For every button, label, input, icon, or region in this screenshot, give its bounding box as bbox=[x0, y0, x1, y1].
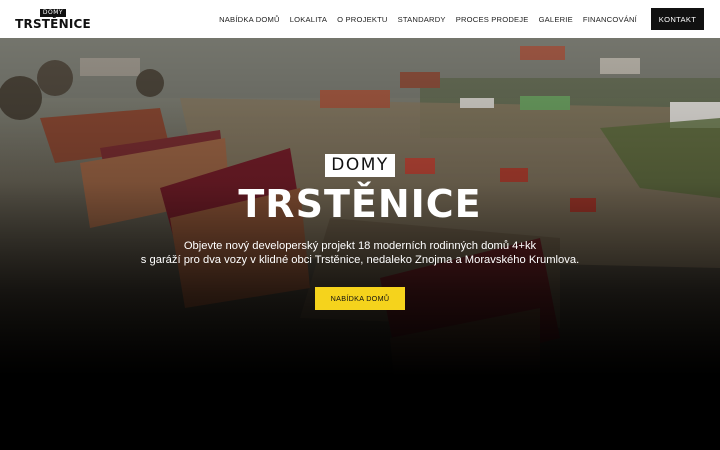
nav-item-financovani[interactable]: FINANCOVÁNÍ bbox=[583, 15, 637, 24]
nav-item-lokalita[interactable]: LOKALITA bbox=[290, 15, 327, 24]
hero-section: DOMY TRSTĚNICE Objevte nový developerský… bbox=[0, 38, 720, 450]
hero-description-line-1: Objevte nový developerský projekt 18 mod… bbox=[183, 240, 537, 252]
hero-description-line-2: s garáží pro dva vozy v klidné obci Trst… bbox=[140, 254, 580, 266]
hero-content: DOMY TRSTĚNICE Objevte nový developerský… bbox=[0, 38, 720, 450]
hero-cta-button[interactable]: NABÍDKA DOMŮ bbox=[315, 287, 405, 310]
hero-description: Objevte nový developerský projekt 18 mod… bbox=[125, 239, 595, 267]
nav-item-nabidka-domu[interactable]: NABÍDKA DOMŮ bbox=[219, 15, 280, 24]
logo-small-text: DOMY bbox=[39, 8, 67, 17]
hero-title: TRSTĚNICE bbox=[238, 182, 482, 226]
nav-item-galerie[interactable]: GALERIE bbox=[539, 15, 573, 24]
main-nav: NABÍDKA DOMŮ LOKALITA O PROJEKTU STANDAR… bbox=[219, 15, 637, 24]
nav-item-standardy[interactable]: STANDARDY bbox=[398, 15, 446, 24]
hero-tag-label: DOMY bbox=[325, 154, 395, 177]
nav-item-o-projektu[interactable]: O PROJEKTU bbox=[337, 15, 388, 24]
site-logo[interactable]: DOMY TRSTĚNICE bbox=[15, 8, 91, 31]
nav-item-proces-prodeje[interactable]: PROCES PRODEJE bbox=[456, 15, 529, 24]
contact-button[interactable]: KONTAKT bbox=[651, 8, 704, 30]
logo-big-text: TRSTĚNICE bbox=[15, 16, 91, 31]
site-header: DOMY TRSTĚNICE NABÍDKA DOMŮ LOKALITA O P… bbox=[0, 0, 720, 38]
